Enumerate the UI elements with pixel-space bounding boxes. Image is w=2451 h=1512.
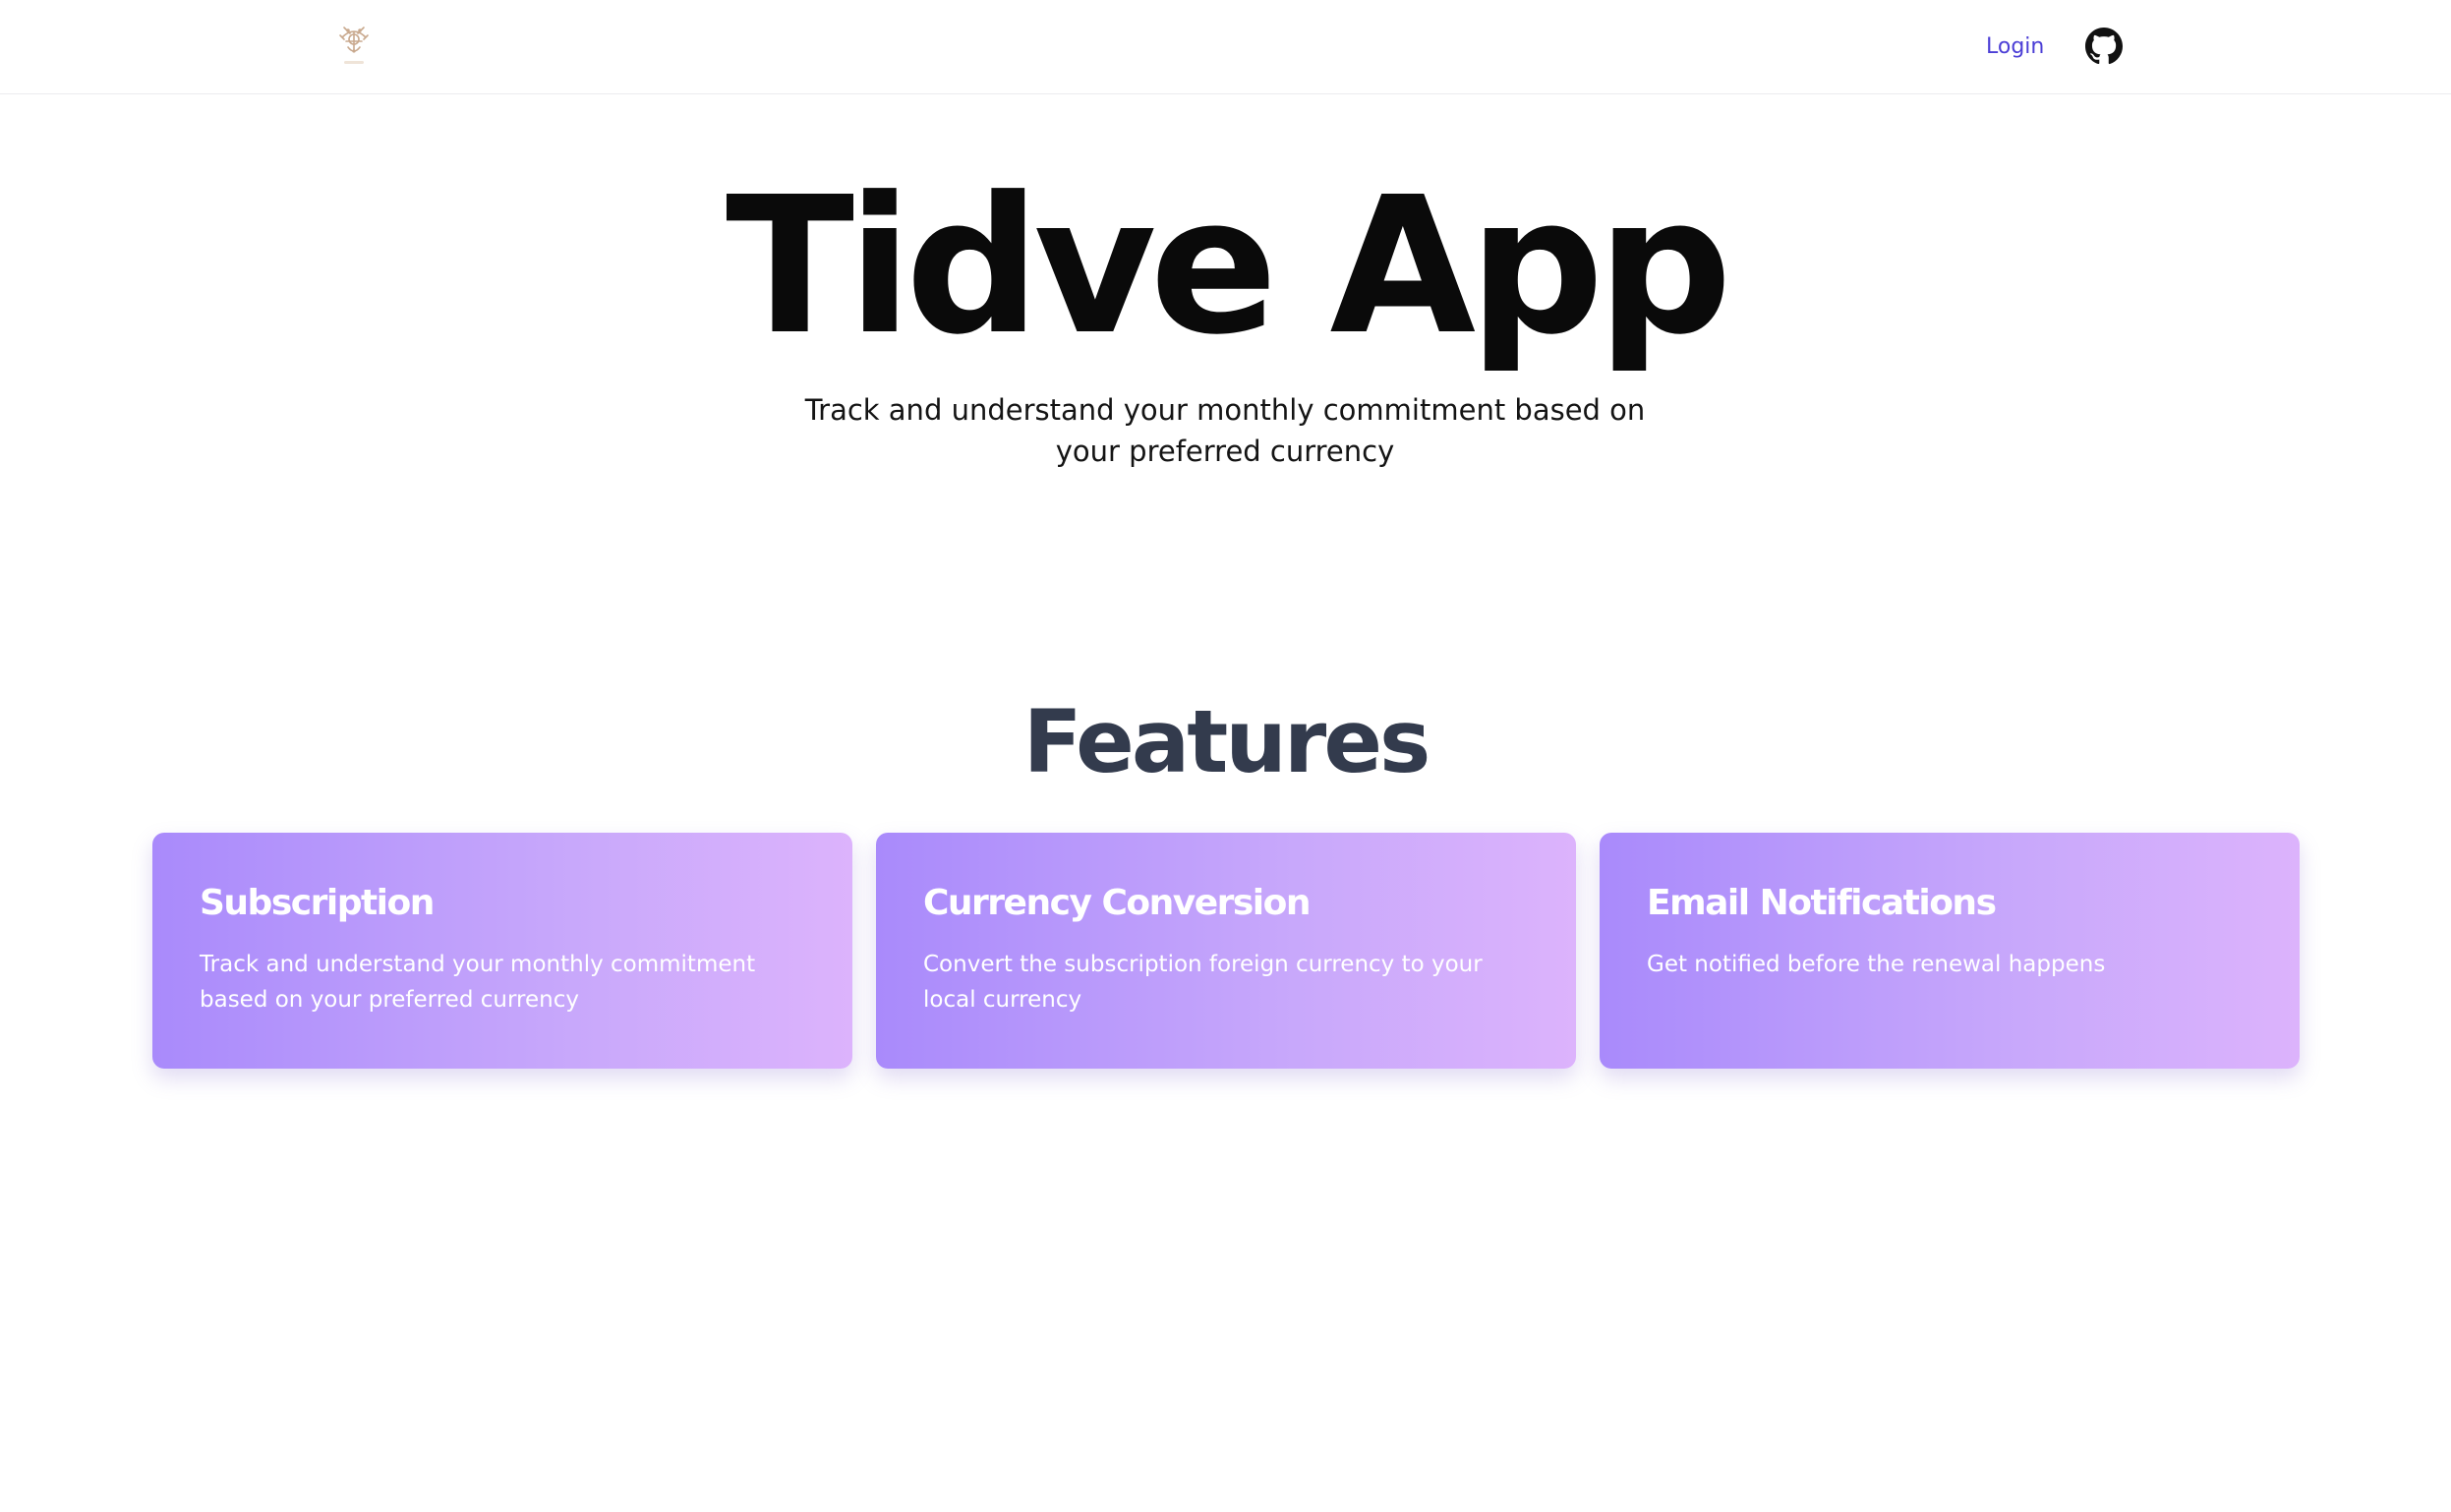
feature-card-title: Email Notifications	[1647, 883, 1997, 923]
feature-card-description: Get notified before the renewal happens	[1647, 952, 2106, 977]
github-link[interactable]	[2085, 28, 2123, 65]
feature-card-description: Track and understand your monthly commit…	[200, 952, 756, 1013]
features-title: Features	[1022, 691, 1431, 792]
site-header: Login	[0, 0, 2451, 94]
github-icon	[2085, 28, 2123, 65]
feature-card-currency-conversion: Currency Conversion Convert the subscrip…	[876, 833, 1576, 1069]
feature-card-email-notifications: Email Notifications Get notified before …	[1600, 833, 2300, 1069]
login-link[interactable]: Login	[1986, 29, 2044, 65]
hero-subtitle: Track and understand your monthly commit…	[804, 393, 1646, 468]
hero-title: Tidve App	[726, 157, 1732, 377]
feature-card-title: Subscription	[200, 883, 435, 923]
feature-card-subscription: Subscription Track and understand your m…	[152, 833, 852, 1069]
feature-card-description: Convert the subscription foreign currenc…	[923, 952, 1483, 1013]
tidve-logo-icon[interactable]	[334, 22, 374, 71]
feature-card-title: Currency Conversion	[923, 883, 1312, 923]
